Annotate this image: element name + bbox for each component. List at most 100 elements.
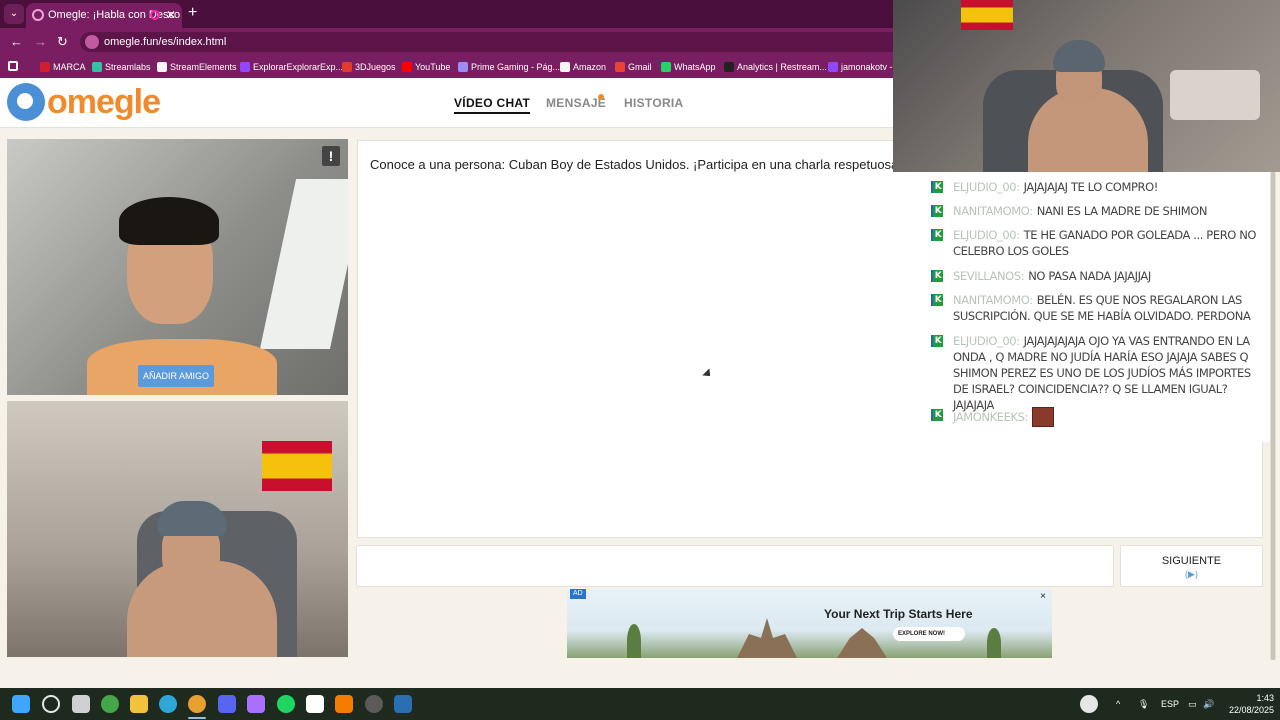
fl-studio-icon[interactable]: [335, 695, 353, 713]
kick-badge-icon: K: [931, 270, 943, 282]
weather-icon[interactable]: [1080, 695, 1098, 713]
spotify-icon[interactable]: [277, 695, 295, 713]
bookmark-item[interactable]: Prime Gaming - Pág...: [458, 61, 560, 73]
bookmark-item[interactable]: StreamElements: [157, 61, 237, 73]
kick-badge-icon: K: [931, 294, 943, 306]
kick-badge-icon: K: [931, 205, 943, 217]
bookmark-item[interactable]: Streamlabs: [92, 61, 151, 73]
nav-message[interactable]: MENSAJE: [546, 96, 606, 110]
stream-chat-message: K nanitamomo: NANI ES LA MADRE DE SHIMON: [931, 203, 1267, 219]
chat-username: Sevillanos:: [953, 269, 1025, 283]
nav-history[interactable]: HISTORIA: [624, 96, 684, 110]
chat-username: Jamonkeeks:: [953, 409, 1029, 424]
tray-chevron-icon[interactable]: ^: [1116, 698, 1120, 710]
omegle-logo-icon[interactable]: [7, 83, 45, 121]
report-button[interactable]: !: [322, 146, 340, 166]
active-app-indicator: [188, 717, 206, 719]
chat-username: nanitamomo:: [953, 293, 1033, 307]
bookmark-item[interactable]: MARCA: [40, 61, 86, 73]
language-indicator[interactable]: ESP: [1161, 698, 1179, 710]
back-arrow-icon[interactable]: ←: [10, 33, 23, 51]
ad-banner[interactable]: AD × Your Next Trip Starts Here EXPLORE …: [567, 589, 1052, 658]
bed: [1170, 70, 1260, 120]
url-text: omegle.fun/es/index.html: [104, 36, 227, 48]
browser-tab[interactable]: Omegle: ¡Habla con Desco ✕: [26, 3, 182, 28]
emote-icon: [1032, 407, 1055, 427]
bookmark-item[interactable]: Amazon: [560, 61, 606, 73]
palm-tree: [987, 628, 1001, 658]
volume-icon[interactable]: 🔊: [1203, 698, 1214, 710]
search-icon[interactable]: [42, 695, 60, 713]
next-button[interactable]: SIGUIENTE (▶): [1120, 545, 1263, 587]
steam-icon[interactable]: [394, 695, 412, 713]
ad-badge: AD: [570, 589, 586, 599]
file-explorer-icon[interactable]: [130, 695, 148, 713]
spain-flag: [961, 0, 1013, 30]
page-scrollbar[interactable]: [1270, 172, 1276, 660]
add-friend-button[interactable]: AÑADIR AMIGO: [138, 365, 214, 387]
site-logo[interactable]: omegle: [47, 82, 161, 122]
chat-username: ElJudio_00:: [953, 228, 1020, 242]
site-info-icon[interactable]: [85, 35, 99, 49]
message-input[interactable]: [356, 545, 1114, 587]
omegle-favicon-icon: [32, 9, 44, 21]
stream-chat-message: K ElJudio_00: JAJAJAJAJAJA OJO YA VAS ENT…: [931, 333, 1267, 413]
bookmark-item[interactable]: 3DJuegos: [342, 61, 396, 73]
stranger-hair: [119, 197, 219, 245]
notification-dot: [598, 94, 604, 100]
stream-chat-message: K ElJudio_00: JAJAJAJAJ TE LO COMPRO!: [931, 179, 1267, 195]
bookmark-item[interactable]: WhatsApp: [661, 61, 716, 73]
ad-title: Your Next Trip Starts Here: [824, 607, 973, 621]
spain-flag: [262, 441, 332, 491]
chat-text: JAJAJAJAJ TE LO COMPRO!: [1023, 180, 1159, 194]
bookmark-item[interactable]: Gmail: [615, 61, 652, 73]
ad-close-icon[interactable]: ×: [1040, 592, 1046, 602]
stranger-video: ! AÑADIR AMIGO: [7, 139, 348, 395]
kick-badge-icon: K: [931, 409, 943, 421]
chat-username: ElJudio_00:: [953, 180, 1020, 194]
clock-date: 22/08/2025: [1228, 705, 1274, 715]
chat-text: NO PASA NADA JAJAJJAJ: [1028, 269, 1151, 283]
self-video: [7, 401, 348, 657]
bookmark-item[interactable]: jamonakotv - T: [828, 61, 900, 73]
discord-icon[interactable]: [218, 695, 236, 713]
ad-cta-button[interactable]: EXPLORE NOW!: [893, 627, 966, 641]
kick-badge-icon: K: [931, 229, 943, 241]
windows-taskbar: ^ 🎙 ESP ▭ 🔊 1:43 22/08/2025: [0, 688, 1280, 720]
temple-silhouette: [837, 628, 887, 658]
reload-icon[interactable]: ↻: [57, 33, 68, 51]
xbox-icon[interactable]: [101, 695, 119, 713]
clock-time: 1:43: [1256, 693, 1274, 703]
recording-icon: [150, 10, 160, 20]
obs-icon[interactable]: [365, 695, 383, 713]
streamer-beanie: [1053, 40, 1105, 72]
next-label: SIGUIENTE: [1161, 555, 1222, 567]
twitch-chat-icon[interactable]: [247, 695, 265, 713]
edge-icon[interactable]: [159, 695, 177, 713]
chat-text: NANI ES LA MADRE DE SHIMON: [1036, 204, 1208, 218]
windows-start-icon[interactable]: [12, 695, 30, 713]
chrome-icon[interactable]: [188, 695, 206, 713]
network-icon[interactable]: ▭: [1188, 698, 1197, 710]
bookmark-item[interactable]: Analytics | Restream...: [724, 61, 827, 73]
bookmark-item[interactable]: YouTube: [402, 61, 450, 73]
tab-search-icon[interactable]: ⌄: [4, 4, 24, 24]
webcam-overlay: [893, 0, 1280, 172]
url-field[interactable]: omegle.fun/es/index.html: [80, 32, 900, 52]
kick-badge-icon: K: [931, 335, 943, 347]
nav-video-chat[interactable]: VÍDEO CHAT: [454, 96, 531, 114]
capcut-icon[interactable]: [306, 695, 324, 713]
forward-arrow-icon[interactable]: →: [34, 33, 47, 51]
tab-title: Omegle: ¡Habla con Desco: [48, 9, 181, 21]
task-view-icon[interactable]: [72, 695, 90, 713]
car-window: [259, 179, 348, 349]
system-clock[interactable]: 1:43 22/08/2025: [1218, 692, 1274, 716]
new-tab-button[interactable]: +: [188, 4, 197, 22]
bookmark-item[interactable]: ExplorarExplorarExp...: [240, 61, 343, 73]
chat-intro-message: Conoce a una persona: Cuban Boy de Estad…: [370, 157, 900, 172]
apps-grid-icon[interactable]: [8, 61, 18, 71]
microphone-icon[interactable]: 🎙: [1138, 698, 1149, 710]
tab-close-icon[interactable]: ✕: [166, 3, 176, 28]
stream-chat-message: K Jamonkeeks:: [931, 407, 1267, 427]
stream-chat-message: K Sevillanos: NO PASA NADA JAJAJJAJ: [931, 268, 1267, 284]
